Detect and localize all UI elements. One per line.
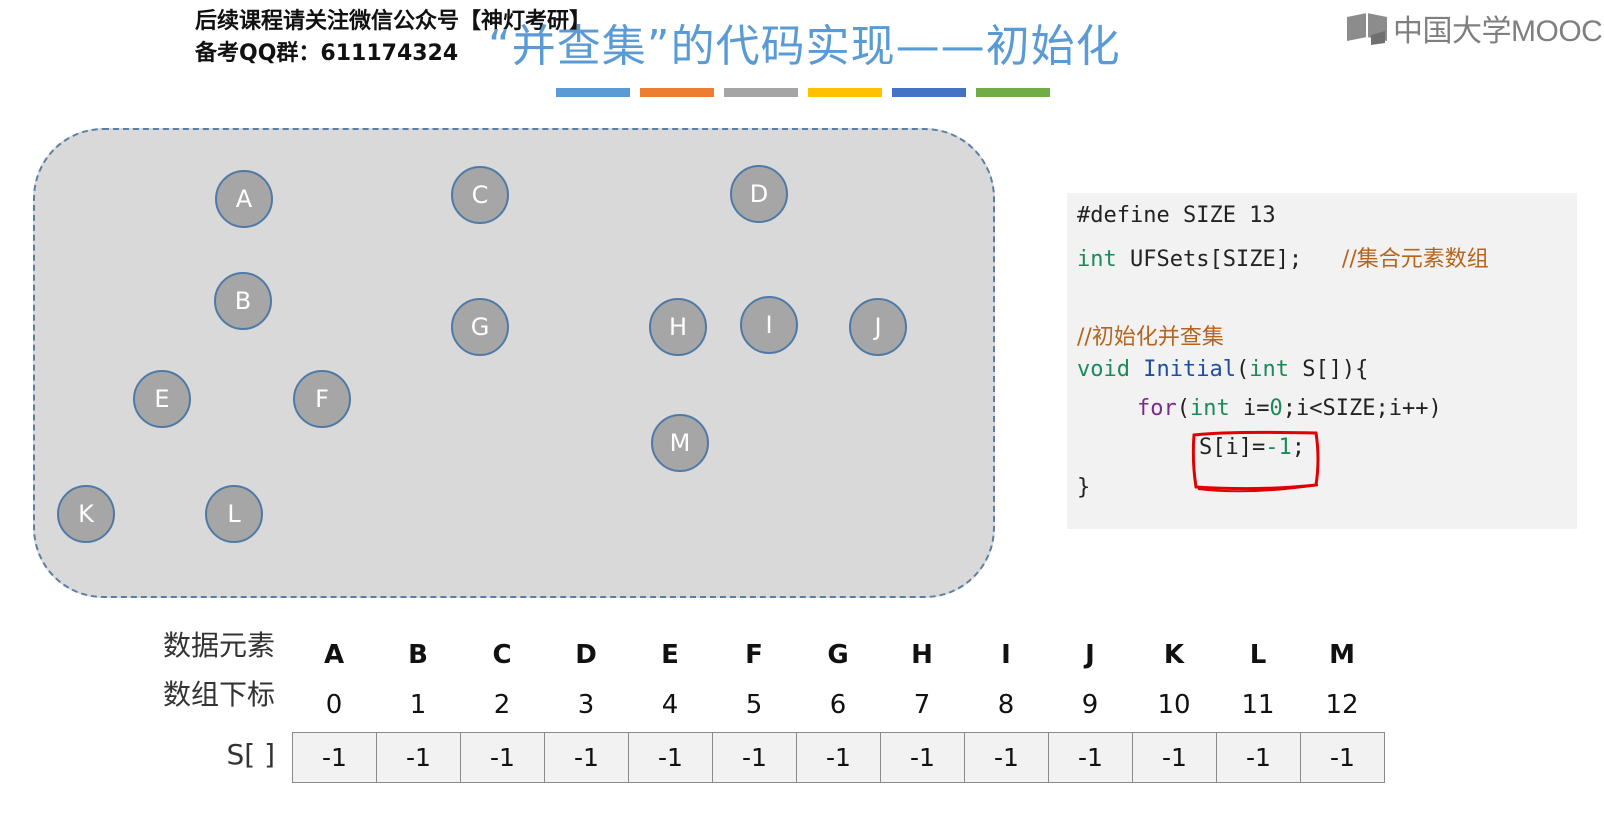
s-value-cell: -1: [1133, 733, 1217, 783]
element-cell: L: [1249, 640, 1267, 670]
s-value-cell: -1: [545, 733, 629, 783]
code-line-comment: //初始化并查集: [1077, 325, 1224, 350]
node-f: F: [293, 370, 351, 428]
element-cell: D: [575, 640, 597, 670]
node-i: I: [740, 296, 798, 354]
index-cell: 4: [661, 690, 679, 720]
logo-text: 中国大学MOOC: [1393, 15, 1603, 48]
index-cell: 3: [577, 690, 595, 720]
element-cell: I: [1001, 640, 1011, 670]
code-line-define: #define SIZE 13: [1077, 203, 1276, 228]
s-value-cell: -1: [1049, 733, 1133, 783]
code-line-decl: int UFSets[SIZE]; //集合元素数组: [1077, 247, 1489, 272]
s-value-cell: -1: [377, 733, 461, 783]
code-block: #define SIZE 13 int UFSets[SIZE]; //集合元素…: [1067, 193, 1577, 529]
color-strip-seg: [808, 88, 882, 97]
color-strip-seg: [976, 88, 1050, 97]
s-value-cell: -1: [965, 733, 1049, 783]
element-cell: J: [1085, 640, 1095, 670]
node-l: L: [205, 485, 263, 543]
index-cell: 7: [913, 690, 931, 720]
row-label-indices: 数组下标: [162, 678, 275, 711]
node-h: H: [649, 298, 707, 356]
s-value-cell: -1: [881, 733, 965, 783]
s-value-cell: -1: [461, 733, 545, 783]
node-c: C: [451, 166, 509, 224]
node-g: G: [451, 298, 509, 356]
s-value-cell: -1: [629, 733, 713, 783]
node-e: E: [133, 370, 191, 428]
slide-title: “并查集”的代码实现——初始化: [488, 21, 1121, 72]
color-strip-seg: [724, 88, 798, 97]
color-strip-seg: [892, 88, 966, 97]
element-cell: G: [827, 640, 849, 670]
code-line-func: void Initial(int S[]){: [1077, 357, 1369, 382]
color-strip-seg: [556, 88, 630, 97]
element-cell: M: [1329, 640, 1355, 670]
s-array-row: -1 -1 -1 -1 -1 -1 -1 -1 -1 -1 -1 -1 -1: [292, 732, 1385, 783]
row-label-elements: 数据元素: [162, 629, 275, 662]
index-cell: 12: [1325, 690, 1359, 720]
index-cell: 1: [409, 690, 427, 720]
node-b: B: [214, 272, 272, 330]
index-cell: 6: [829, 690, 847, 720]
node-j: J: [849, 298, 907, 356]
element-cell: E: [661, 640, 679, 670]
element-cell: A: [323, 640, 345, 670]
s-value-cell: -1: [797, 733, 881, 783]
index-cell: 0: [325, 690, 343, 720]
node-panel: A C D B G H I J E F M K L: [33, 128, 995, 598]
index-cell: 9: [1081, 690, 1099, 720]
element-cell: B: [408, 640, 428, 670]
index-cell: 11: [1241, 690, 1275, 720]
element-cell: H: [911, 640, 933, 670]
node-d: D: [730, 165, 788, 223]
element-cell: F: [745, 640, 763, 670]
s-value-cell: -1: [713, 733, 797, 783]
code-line-close: }: [1077, 475, 1091, 500]
mooc-book-icon: [1347, 13, 1387, 45]
element-cell: K: [1163, 640, 1185, 670]
s-value-cell: -1: [1217, 733, 1301, 783]
mooc-logo: 中国大学MOOC: [1345, 8, 1603, 48]
index-cell: 2: [493, 690, 511, 720]
index-cell: 5: [745, 690, 763, 720]
red-highlight-box: [1191, 430, 1320, 493]
node-k: K: [57, 485, 115, 543]
index-cell: 8: [997, 690, 1015, 720]
code-line-for: for(int i=0;i<SIZE;i++): [1137, 396, 1442, 421]
color-strip-seg: [640, 88, 714, 97]
s-value-cell: -1: [1301, 733, 1385, 783]
node-a: A: [215, 170, 273, 228]
node-m: M: [651, 414, 709, 472]
color-strip: [556, 88, 1050, 97]
s-value-cell: -1: [293, 733, 377, 783]
index-cell: 10: [1157, 690, 1191, 720]
element-cell: C: [492, 640, 512, 670]
row-label-s: S[ ]: [226, 738, 275, 771]
